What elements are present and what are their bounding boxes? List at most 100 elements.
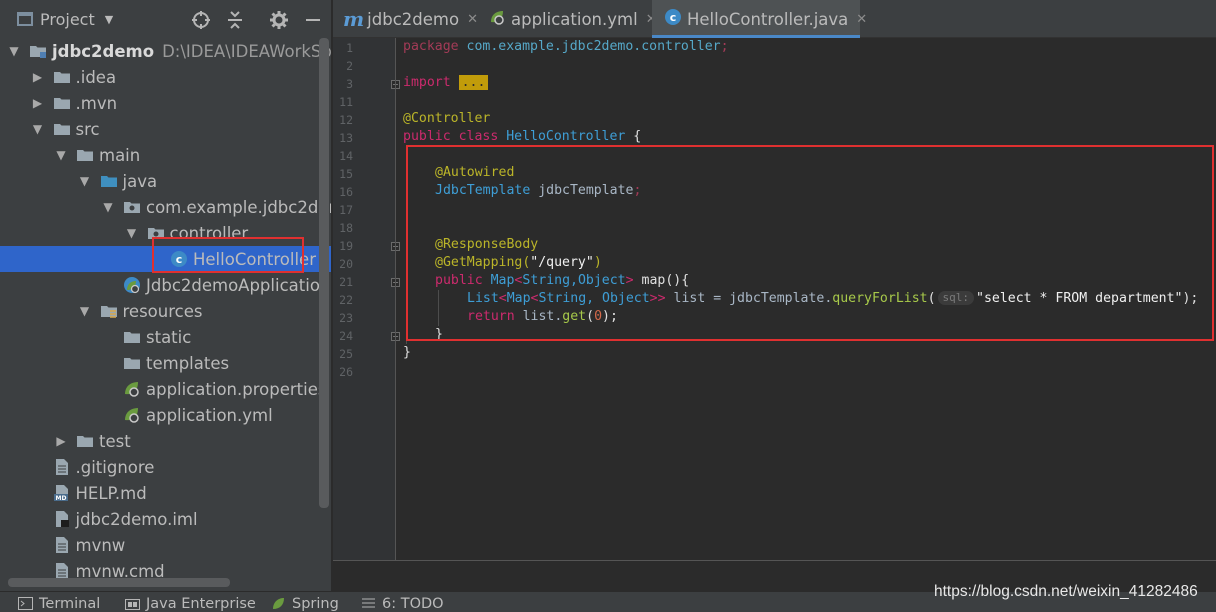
tab-label: HelloController.java: [687, 9, 849, 29]
tree-item-label: .mvn: [75, 93, 118, 113]
project-panel: Project ▼ ▼ jdbc2demo D:\IDEA\IDEAWorkSpac…: [0, 0, 331, 591]
project-panel-title: Project: [40, 9, 95, 29]
tree-item-label: resources: [122, 301, 203, 321]
svg-text:c: c: [670, 11, 677, 24]
tree-item-label: HELP.md: [75, 483, 147, 503]
tree-item-label: main: [99, 145, 141, 165]
code-line-12: public class HelloController {: [403, 129, 642, 144]
java-class-icon: c: [664, 8, 682, 30]
tree-item-src[interactable]: ▼ src: [0, 116, 331, 142]
spring-boot-class-icon: [123, 276, 141, 294]
tree-item-help-md[interactable]: MD HELP.md: [0, 480, 331, 506]
gutter-separator: [395, 38, 396, 560]
line-number: 15: [339, 167, 353, 181]
tree-item-test[interactable]: ▶ test: [0, 428, 331, 454]
tree-item-label: .gitignore: [75, 457, 155, 477]
todo-tool-button[interactable]: 6: TODO: [361, 594, 444, 612]
editor-bottom-border: [333, 560, 1216, 561]
tree-item-label: application.properties: [146, 379, 327, 399]
code-line-1: package com.example.jdbc2demo.controller…: [403, 39, 729, 54]
line-number: 14: [339, 149, 353, 163]
tree-item-java[interactable]: ▼ java: [0, 168, 331, 194]
package-icon: [123, 198, 141, 216]
expand-arrow-icon[interactable]: ▼: [76, 304, 94, 318]
tree-item-jdbc2demo[interactable]: ▼ jdbc2demo D:\IDEA\IDEAWorkSpace: [0, 38, 331, 64]
locate-icon[interactable]: [191, 10, 211, 30]
tree-item-label: mvnw: [75, 535, 126, 555]
expand-arrow-icon[interactable]: ▼: [76, 174, 94, 188]
tree-horizontal-scrollbar[interactable]: [8, 578, 230, 587]
code-line-11: @Controller: [403, 111, 491, 126]
spring-tool-button[interactable]: Spring: [271, 594, 339, 612]
line-number: 1: [346, 41, 353, 55]
minimize-icon[interactable]: [303, 10, 323, 30]
tab-label: jdbc2demo: [367, 9, 460, 29]
close-icon[interactable]: ✕: [467, 12, 478, 27]
line-number: 17: [339, 203, 353, 217]
tree-item-main[interactable]: ▼ main: [0, 142, 331, 168]
iml-file-icon: [53, 510, 71, 528]
line-number: 13: [339, 131, 353, 145]
line-number: 23: [339, 311, 353, 325]
close-icon[interactable]: ✕: [856, 12, 867, 27]
code-line-3: import ...: [403, 74, 489, 92]
line-number: 26: [339, 365, 353, 379]
spring-config-icon: [488, 8, 506, 30]
line-number: 24: [339, 329, 353, 343]
folder-icon: [53, 120, 71, 138]
expand-arrow-icon[interactable]: ▼: [52, 148, 70, 162]
folder-icon: [53, 94, 71, 112]
tree-item-com-example-jdbc2demo[interactable]: ▼ com.example.jdbc2demo: [0, 194, 331, 220]
project-view-selector[interactable]: Project ▼: [17, 10, 113, 29]
tree-item-idea[interactable]: ▶ .idea: [0, 64, 331, 90]
tree-item-gitignore[interactable]: .gitignore: [0, 454, 331, 480]
line-number-gutter: 12311121314151617181920212223242526+−−−: [333, 38, 400, 560]
expand-arrow-icon[interactable]: ▼: [29, 122, 47, 136]
folder-icon: [123, 354, 141, 372]
tree-item-mvn[interactable]: ▶ .mvn: [0, 90, 331, 116]
tab-application-yml[interactable]: application.yml ✕: [478, 0, 657, 38]
folder-icon: [53, 68, 71, 86]
tab-jdbc2demo[interactable]: m jdbc2demo ✕: [333, 0, 478, 38]
tree-item-mvnw[interactable]: mvnw: [0, 532, 331, 558]
line-number: 20: [339, 257, 353, 271]
java-enterprise-icon: [125, 597, 140, 610]
tree-item-application-properties[interactable]: application.properties: [0, 376, 331, 402]
highlight-box-tree: [152, 237, 304, 273]
line-number: 16: [339, 185, 353, 199]
resources-folder-icon: [100, 302, 118, 320]
project-tree: ▼ jdbc2demo D:\IDEA\IDEAWorkSpace ▶ .idea ▶ .m…: [0, 38, 331, 591]
expand-arrow-icon[interactable]: ▼: [5, 44, 23, 58]
collapse-arrow-icon[interactable]: ▶: [52, 434, 70, 448]
tree-item-application-yml[interactable]: application.yml: [0, 402, 331, 428]
tree-item-resources[interactable]: ▼ resources: [0, 298, 331, 324]
tree-item-jdbc2demo-iml[interactable]: jdbc2demo.iml: [0, 506, 331, 532]
tree-item-static[interactable]: static: [0, 324, 331, 350]
expand-arrow-icon[interactable]: ▼: [123, 226, 141, 240]
code-line-24: }: [403, 345, 411, 360]
maven-icon: m: [343, 7, 365, 31]
terminal-tool-button[interactable]: Terminal: [18, 594, 100, 612]
collapse-arrow-icon[interactable]: ▶: [29, 96, 47, 110]
tree-vertical-scrollbar[interactable]: [319, 38, 329, 508]
tab-hellocontroller-java[interactable]: c HelloController.java ✕: [652, 0, 867, 38]
spring-config-icon: [123, 380, 141, 398]
spring-icon: [271, 597, 286, 610]
svg-text:MD: MD: [55, 495, 66, 502]
tree-item-templates[interactable]: templates: [0, 350, 331, 376]
tree-item-jdbc2demoapplication[interactable]: Jdbc2demoApplication: [0, 272, 331, 298]
java-enterprise-tool-button[interactable]: Java Enterprise: [125, 594, 256, 612]
gear-icon[interactable]: [269, 10, 289, 30]
line-number: 22: [339, 293, 353, 307]
text-file-icon: [53, 536, 71, 554]
tree-item-label: src: [75, 119, 100, 139]
project-window-icon: [17, 12, 33, 26]
collapse-arrow-icon[interactable]: ▶: [29, 70, 47, 84]
line-number: 12: [339, 113, 353, 127]
tree-item-label: .idea: [75, 67, 117, 87]
expand-arrow-icon[interactable]: ▼: [99, 200, 117, 214]
collapse-all-icon[interactable]: [225, 10, 245, 30]
markdown-file-icon: MD: [53, 484, 71, 502]
text-file-icon: [53, 458, 71, 476]
tree-item-label: static: [146, 327, 192, 347]
